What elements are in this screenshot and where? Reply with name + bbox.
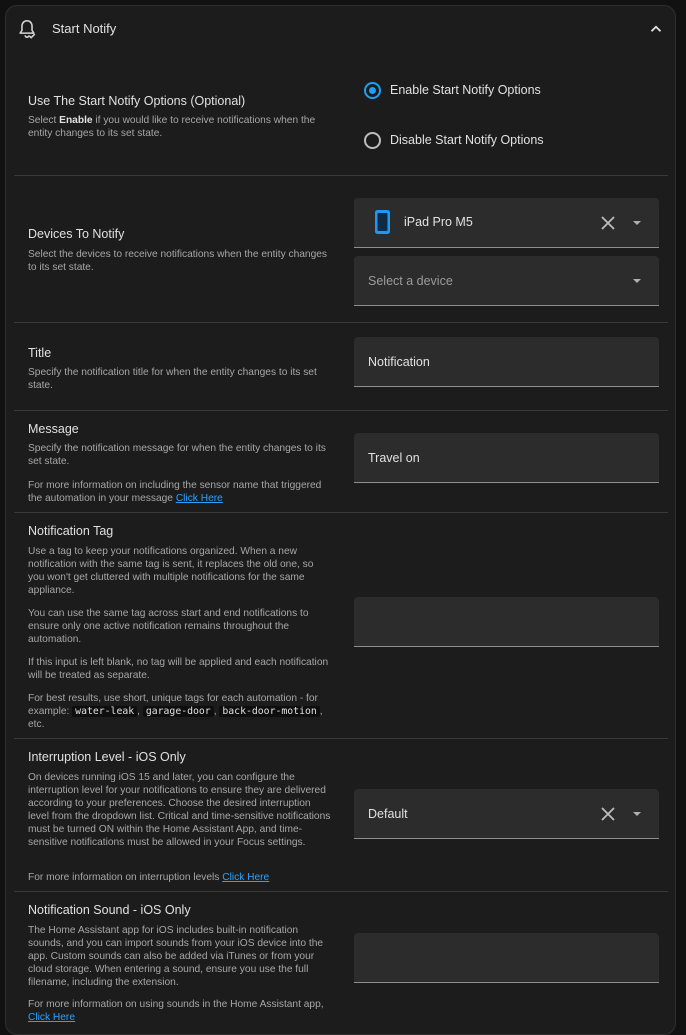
chevron-up-icon[interactable] (647, 20, 665, 38)
sound-title: Notification Sound - iOS Only (28, 903, 191, 917)
disable-start-notify-label: Disable Start Notify Options (390, 133, 544, 147)
panel-header[interactable]: Start Notify (6, 6, 675, 51)
divider (14, 410, 668, 411)
device-select-1[interactable]: iPad Pro M5 (354, 198, 659, 248)
device-placeholder: Select a device (368, 274, 453, 288)
dropdown-caret-icon[interactable] (633, 812, 641, 816)
divider (14, 512, 668, 513)
clear-icon[interactable] (600, 806, 616, 822)
sound-info: For more information on using sounds in … (28, 999, 324, 1023)
message-info: For more information on including the se… (28, 480, 322, 504)
title-input-value: Notification (368, 355, 430, 369)
enable-emphasis: Enable (59, 115, 93, 126)
start-options-desc: Select Enable if you would like to recei… (28, 115, 316, 139)
divider (14, 322, 668, 323)
tag-example-2: garage-door (142, 706, 214, 717)
tag-desc-1: Use a tag to keep your notifications org… (28, 546, 314, 596)
tag-desc-4: For best results, use short, unique tags… (28, 693, 323, 730)
message-help-link[interactable]: Click Here (176, 493, 223, 504)
start-options-title: Use The Start Notify Options (Optional) (28, 94, 246, 108)
interruption-title: Interruption Level - iOS Only (28, 750, 186, 764)
divider (14, 891, 668, 892)
radio-checked-icon (364, 81, 381, 99)
clear-icon[interactable] (600, 215, 616, 231)
message-title: Message (28, 422, 79, 436)
interruption-level-select[interactable]: Default (354, 789, 659, 839)
start-notify-panel: Start Notify Use The Start Notify Option… (5, 5, 676, 1035)
tag-desc-3: If this input is left blank, no tag will… (28, 657, 329, 681)
selected-device: iPad Pro M5 (404, 215, 473, 229)
disable-start-notify-radio[interactable]: Disable Start Notify Options (364, 129, 544, 151)
device-select-2[interactable]: Select a device (354, 256, 659, 306)
enable-start-notify-label: Enable Start Notify Options (390, 83, 541, 97)
divider (14, 175, 668, 176)
interruption-help-link[interactable]: Click Here (222, 872, 269, 883)
interruption-level-value: Default (368, 807, 408, 821)
message-input[interactable]: Travel on (354, 433, 659, 483)
title-input[interactable]: Notification (354, 337, 659, 387)
interruption-info: For more information on interruption lev… (28, 872, 270, 883)
radio-unchecked-icon (364, 131, 381, 149)
sound-desc: The Home Assistant app for iOS includes … (28, 925, 324, 988)
tag-example-1: water-leak (72, 706, 138, 717)
bell-check-icon (19, 19, 36, 39)
tablet-icon (375, 210, 390, 234)
panel-title: Start Notify (52, 21, 117, 36)
tag-desc-2: You can use the same tag across start an… (28, 608, 309, 645)
message-input-value: Travel on (368, 451, 420, 465)
enable-start-notify-radio[interactable]: Enable Start Notify Options (364, 79, 541, 101)
interruption-desc: On devices running iOS 15 and later, you… (28, 772, 331, 848)
devices-title: Devices To Notify (28, 227, 125, 241)
tag-input[interactable] (354, 597, 659, 647)
message-desc: Specify the notification message for whe… (28, 443, 326, 467)
dropdown-caret-icon[interactable] (633, 279, 641, 283)
title-field-title: Title (28, 346, 52, 360)
tag-example-3: back-door-motion (219, 706, 320, 717)
divider (14, 738, 668, 739)
title-field-desc: Specify the notification title for when … (28, 367, 317, 391)
sound-input[interactable] (354, 933, 659, 983)
dropdown-caret-icon[interactable] (633, 221, 641, 225)
tag-title: Notification Tag (28, 524, 114, 538)
devices-desc: Select the devices to receive notificati… (28, 249, 328, 273)
sound-help-link[interactable]: Click Here (28, 1012, 75, 1023)
